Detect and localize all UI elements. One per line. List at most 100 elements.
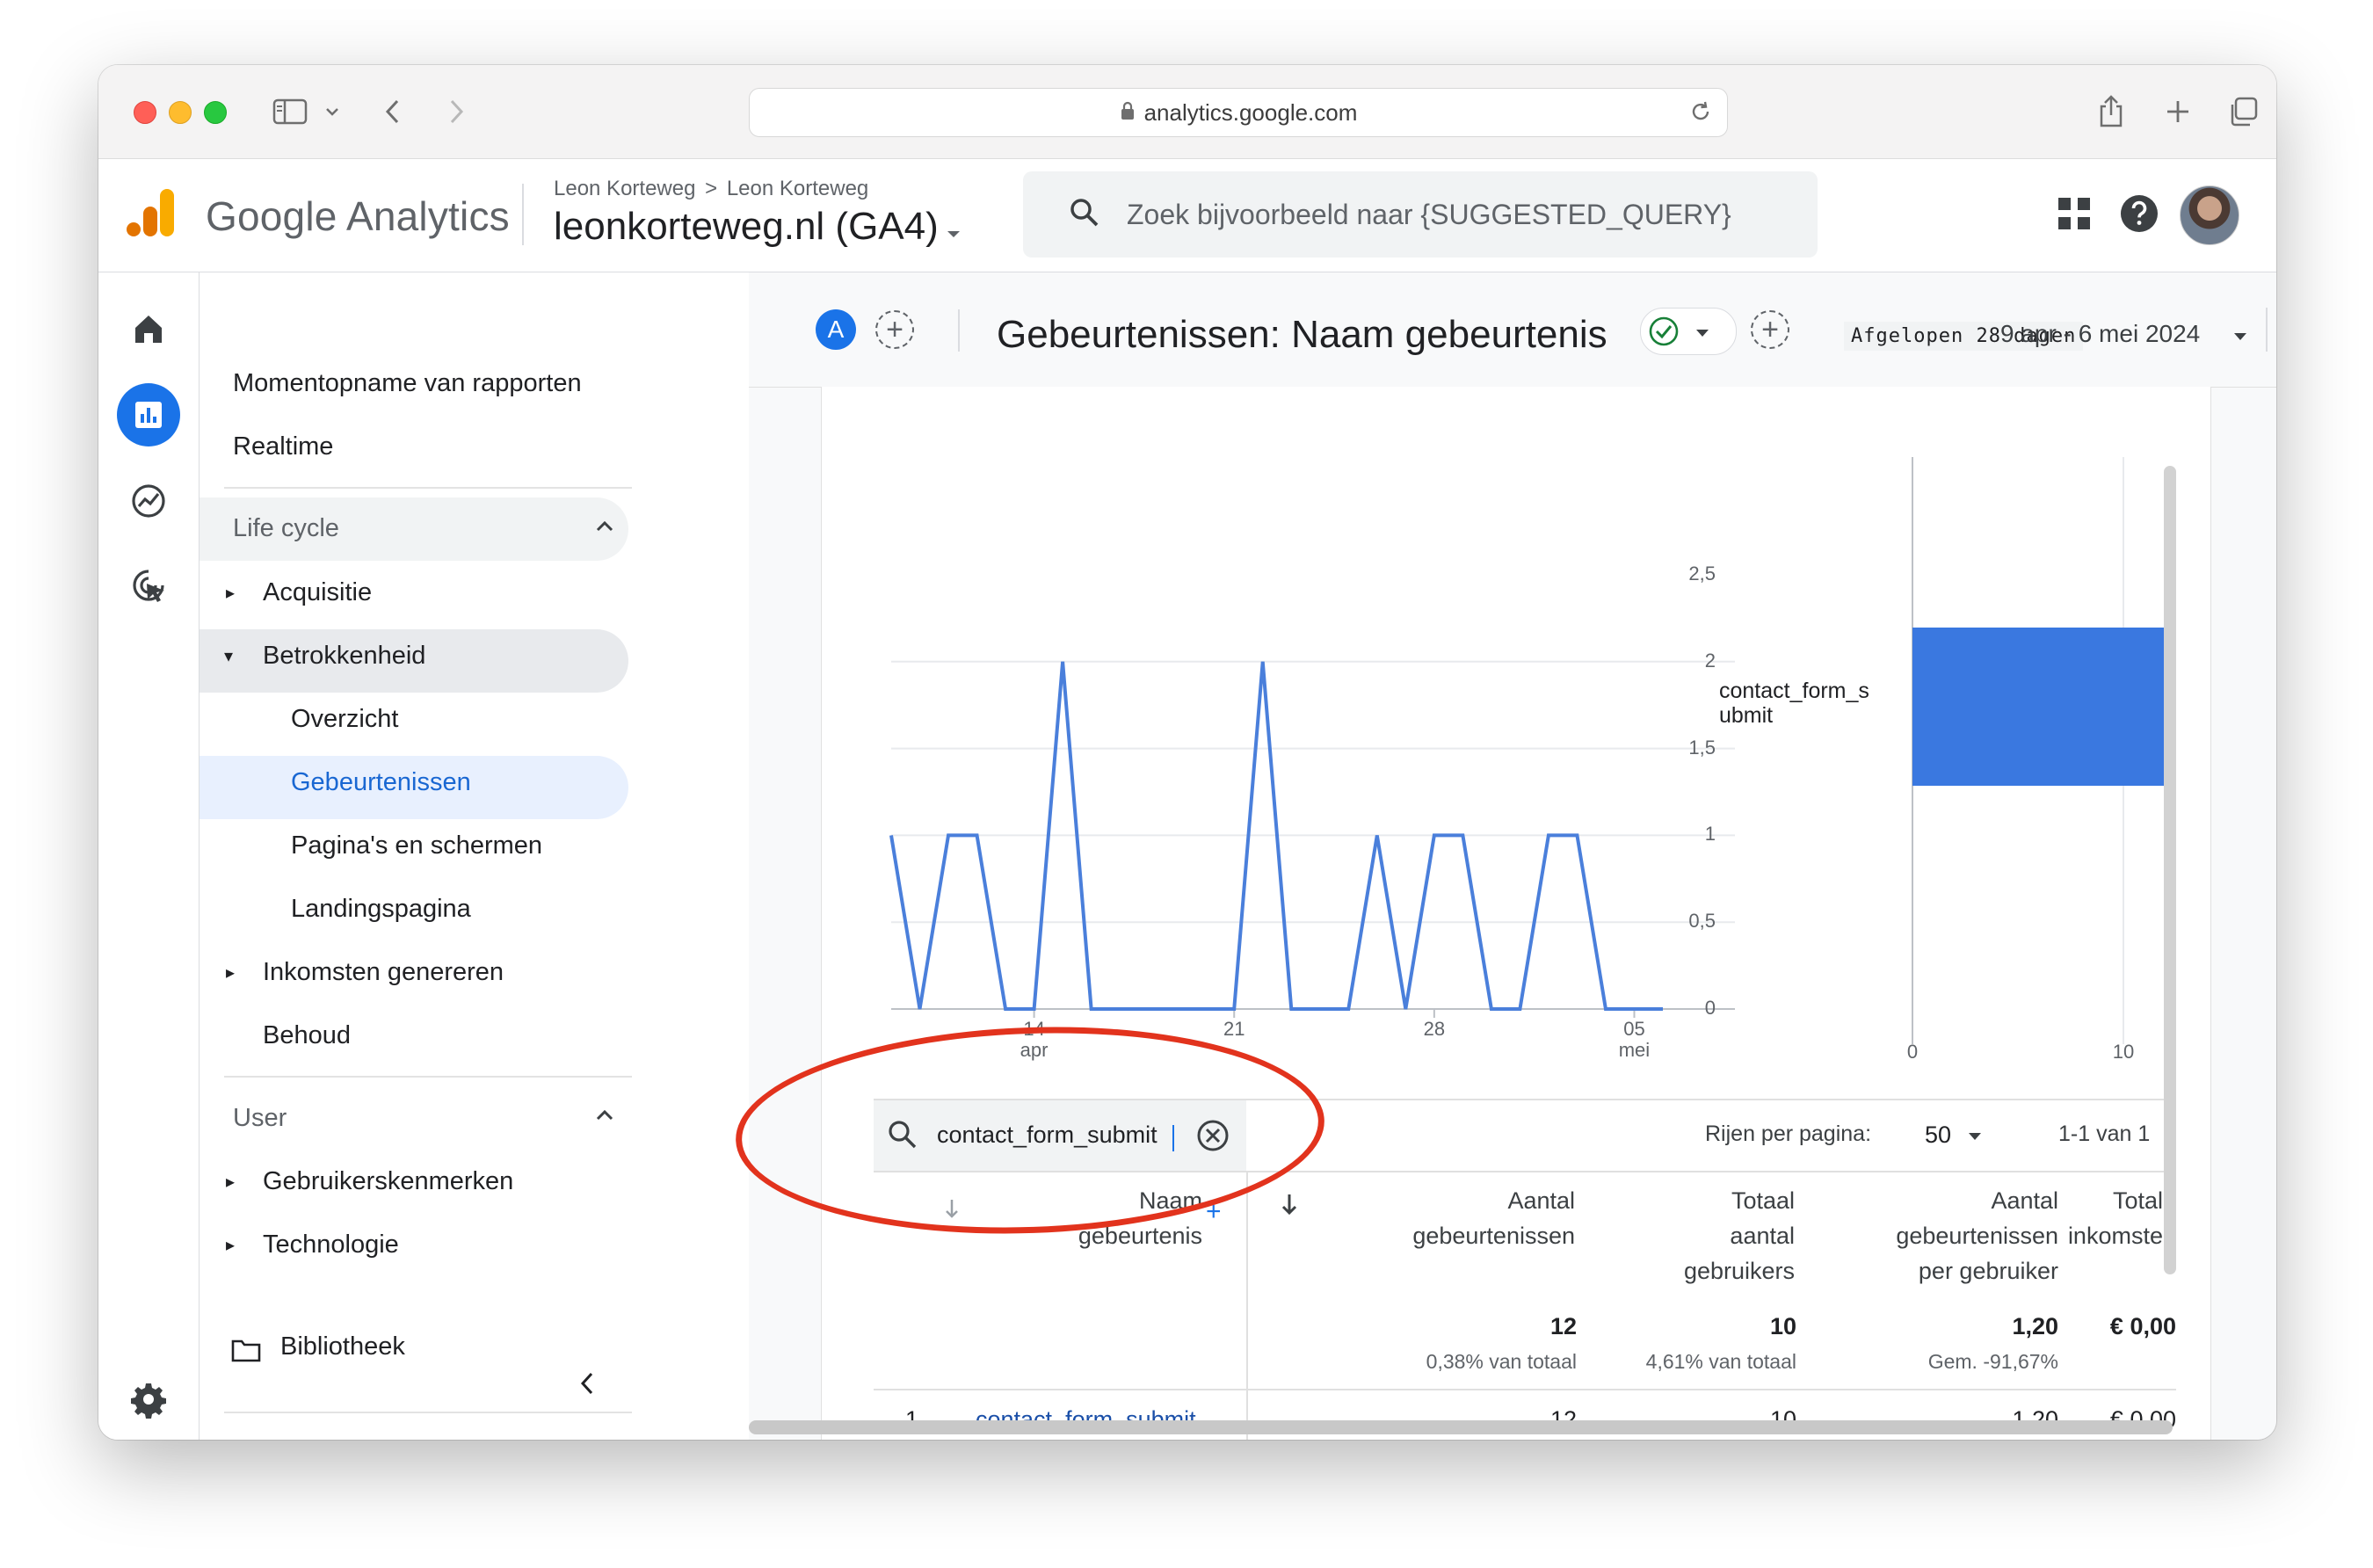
nav-section-user-label[interactable]: User xyxy=(233,1104,287,1133)
nav-gebeurtenissen[interactable]: Gebeurtenissen xyxy=(291,768,471,797)
chevron-up-icon[interactable] xyxy=(595,1109,614,1126)
total-per-user-avg: Gem. -91,67% xyxy=(1927,1350,2058,1373)
clear-search-icon[interactable] xyxy=(1195,1118,1230,1158)
forward-icon[interactable] xyxy=(443,94,469,129)
tab-overview-icon[interactable] xyxy=(2225,94,2261,129)
table-header-border xyxy=(874,1171,2176,1172)
nav-divider xyxy=(224,1412,632,1413)
table-column-divider xyxy=(1246,1172,1248,1440)
nav-bibliotheek[interactable]: Bibliotheek xyxy=(280,1332,405,1361)
search-placeholder: Zoek bijvoorbeeld naar {SUGGESTED_QUERY} xyxy=(1127,198,1731,230)
sort-arrow-icon[interactable] xyxy=(944,1197,960,1224)
nav-gebruikerskenmerken[interactable]: Gebruikerskenmerken xyxy=(263,1167,513,1196)
column-header-line: gebruikers xyxy=(1683,1258,1795,1284)
chevron-down-icon[interactable] xyxy=(322,94,343,129)
advertising-icon[interactable] xyxy=(98,566,199,605)
column-header-line: Naam xyxy=(1138,1187,1202,1214)
settings-gear-icon[interactable] xyxy=(98,1380,199,1419)
ga-header: Google Analytics Leon Korteweg > Leon Ko… xyxy=(98,159,2276,272)
main-content: A + Gebeurtenissen: Naam gebeurtenis + A… xyxy=(749,272,2276,1440)
breadcrumb: Leon Korteweg > Leon Korteweg xyxy=(554,177,868,201)
column-header-totaal-gebruikers[interactable]: Totaal aantal gebruikers xyxy=(1601,1183,1795,1289)
rows-per-page-label: Rijen per pagina: xyxy=(1705,1122,1872,1146)
text-cursor xyxy=(1172,1125,1174,1151)
breadcrumb-property: Leon Korteweg xyxy=(726,177,869,200)
pagination-text: 1-1 van 1 xyxy=(2058,1122,2151,1146)
expand-triangle-icon[interactable]: ▸ xyxy=(226,1234,235,1256)
collapse-nav-icon[interactable] xyxy=(578,1369,596,1402)
nav-momentopname[interactable]: Momentopname van rapporten xyxy=(233,369,582,398)
property-name: leonkorteweg.nl (GA4) xyxy=(554,205,939,248)
column-header-aantal-gebeurtenissen[interactable]: Aantal gebeurtenissen xyxy=(1311,1183,1575,1253)
reports-icon[interactable] xyxy=(98,397,199,432)
caret-down-icon xyxy=(946,205,962,249)
chevron-up-icon[interactable] xyxy=(595,520,614,537)
x-tick-label: 10 xyxy=(2112,1041,2135,1063)
nav-section-lifecycle-label: Life cycle xyxy=(233,514,339,542)
expand-triangle-icon[interactable]: ▸ xyxy=(226,1171,235,1193)
add-dimension-icon[interactable]: + xyxy=(1206,1197,1222,1227)
reload-icon[interactable] xyxy=(1688,99,1713,130)
total-revenue: € 0,00 xyxy=(2109,1313,2176,1339)
lock-icon xyxy=(1120,99,1136,127)
nav-inkomsten-genereren[interactable]: Inkomsten genereren xyxy=(263,958,504,987)
search-bar[interactable]: Zoek bijvoorbeeld naar {SUGGESTED_QUERY} xyxy=(1023,171,1818,258)
column-header-line: Totale xyxy=(2112,1187,2176,1214)
nav-behoud[interactable]: Behoud xyxy=(263,1021,351,1050)
rows-per-page-value[interactable]: 50 xyxy=(1925,1122,1951,1149)
x-tick-label: 0 xyxy=(1906,1041,1919,1063)
expand-triangle-icon[interactable]: ▸ xyxy=(226,962,235,984)
column-header-line: aantal xyxy=(1730,1223,1795,1249)
bar-category-label: ubmit xyxy=(1719,703,1774,728)
horizontal-scrollbar[interactable] xyxy=(749,1420,2173,1434)
search-icon xyxy=(886,1118,919,1156)
minimize-window-button[interactable] xyxy=(169,101,192,124)
account-avatar[interactable] xyxy=(2180,185,2239,245)
sidebar-toggle-icon[interactable] xyxy=(271,94,309,129)
help-icon[interactable] xyxy=(2116,191,2162,241)
nav-realtime[interactable]: Realtime xyxy=(233,432,333,461)
column-header-naam[interactable]: Naam gebeurtenis xyxy=(1039,1183,1202,1253)
explore-icon[interactable] xyxy=(98,482,199,520)
address-bar[interactable]: analytics.google.com xyxy=(749,88,1728,137)
url-text: analytics.google.com xyxy=(1143,98,1358,126)
close-window-button[interactable] xyxy=(134,101,156,124)
nav-acquisitie[interactable]: Acquisitie xyxy=(263,578,372,607)
table-totals-border xyxy=(874,1389,2176,1390)
column-header-totale-inkomsten[interactable]: Totale inkomsten xyxy=(1970,1183,2176,1253)
folder-icon xyxy=(231,1338,261,1367)
sort-desc-arrow-icon[interactable] xyxy=(1280,1192,1299,1221)
bar xyxy=(1912,628,2166,786)
nav-technologie[interactable]: Technologie xyxy=(263,1230,399,1259)
browser-window: analytics.google.com Google Analytics Le… xyxy=(98,65,2276,1440)
apps-grid-icon[interactable] xyxy=(2051,191,2097,241)
breadcrumb-separator: > xyxy=(705,177,718,200)
share-icon[interactable] xyxy=(2094,94,2129,129)
property-selector[interactable]: leonkorteweg.nl (GA4) xyxy=(554,205,962,249)
nav-betrokkenheid[interactable]: Betrokkenheid xyxy=(263,642,425,671)
collapse-triangle-icon[interactable]: ▾ xyxy=(224,645,233,667)
report-navigation: Momentopname van rapporten Realtime Life… xyxy=(200,272,748,1440)
column-header-line: gebeurtenis xyxy=(1078,1223,1202,1249)
zoom-window-button[interactable] xyxy=(204,101,227,124)
app-name[interactable]: Google Analytics xyxy=(206,192,510,240)
nav-overzicht[interactable]: Overzicht xyxy=(291,705,398,734)
search-icon xyxy=(1067,195,1102,235)
vertical-scrollbar[interactable] xyxy=(2164,466,2176,1274)
browser-toolbar: analytics.google.com xyxy=(98,65,2276,159)
nav-divider xyxy=(224,487,632,489)
column-header-line: inkomsten xyxy=(2067,1223,2176,1249)
header-divider xyxy=(522,184,524,245)
bar-category-label: contact_form_s xyxy=(1719,679,1869,703)
column-header-line: gebeurtenissen xyxy=(1412,1223,1575,1249)
home-icon[interactable] xyxy=(98,311,199,346)
table-search-value[interactable]: contact_form_submit xyxy=(937,1122,1157,1149)
column-header-line: Aantal xyxy=(1507,1187,1575,1214)
back-icon[interactable] xyxy=(380,94,406,129)
expand-triangle-icon[interactable]: ▸ xyxy=(226,582,235,604)
nav-paginas-schermen[interactable]: Pagina's en schermen xyxy=(291,831,542,860)
new-tab-icon[interactable] xyxy=(2160,94,2195,129)
nav-landingspagina[interactable]: Landingspagina xyxy=(291,895,471,924)
google-analytics-logo[interactable] xyxy=(127,187,176,238)
caret-down-icon[interactable] xyxy=(1967,1130,1983,1146)
